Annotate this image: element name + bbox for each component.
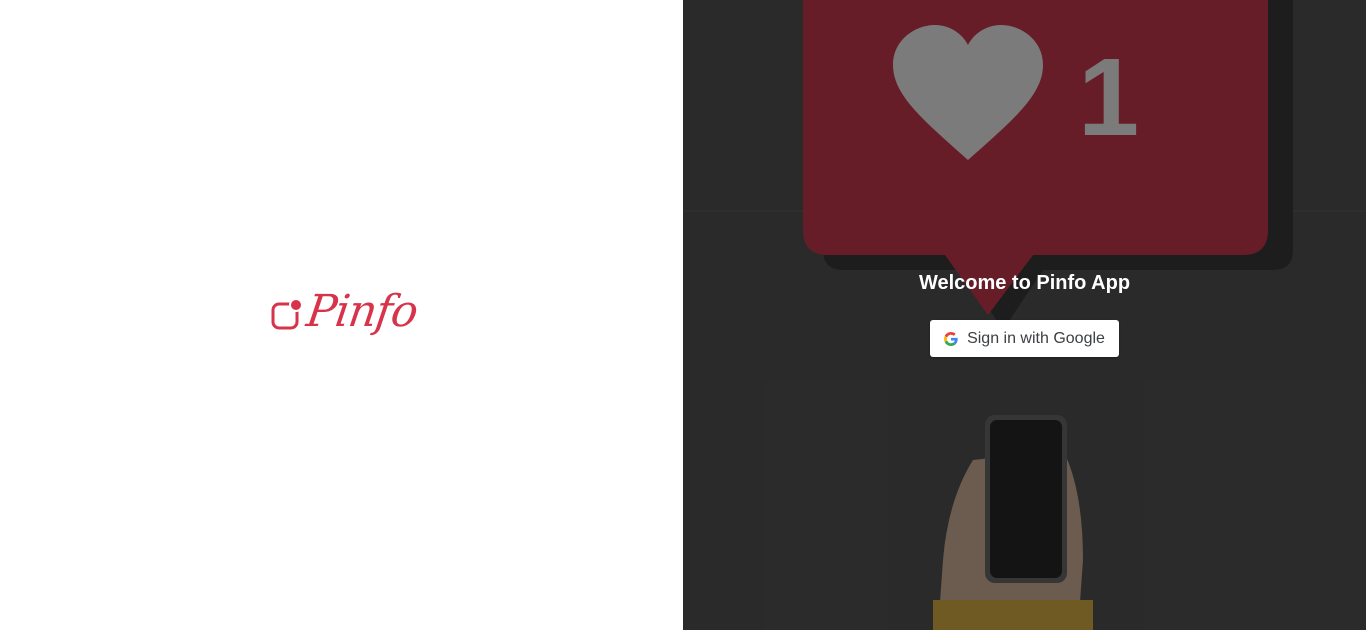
hero-panel: 1 Welcome to Pinfo App Sign in with Goog… xyxy=(683,0,1366,630)
pinfo-logo-mark-icon xyxy=(271,298,303,330)
google-g-icon xyxy=(944,331,958,346)
brand-name: Pinfo xyxy=(303,286,421,337)
google-sign-in-button[interactable]: Sign in with Google xyxy=(930,320,1119,357)
login-page: Pinfo 1 Welcome to Pinfo App xyxy=(0,0,1366,630)
google-sign-in-label: Sign in with Google xyxy=(967,329,1105,347)
hero-overlay xyxy=(683,0,1366,630)
brand-logo: Pinfo xyxy=(271,286,421,337)
welcome-heading: Welcome to Pinfo App xyxy=(918,272,1131,294)
brand-panel: Pinfo xyxy=(0,0,683,630)
